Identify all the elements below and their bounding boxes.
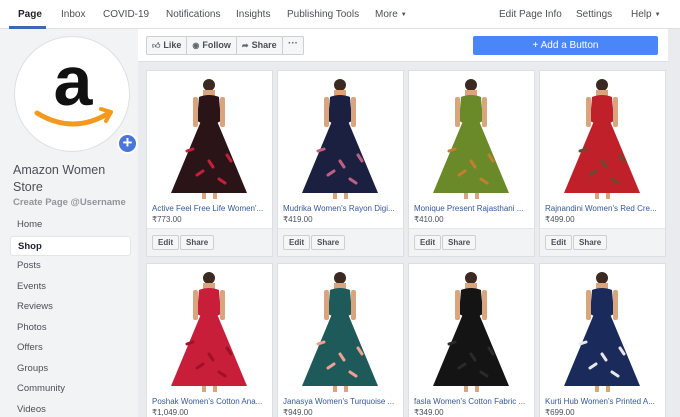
product-actions: Edit Share [147, 228, 272, 256]
tab-covid-19[interactable]: COVID-19 [103, 0, 149, 29]
edit-product-button[interactable]: Edit [152, 235, 180, 250]
share-label: Share [251, 40, 277, 50]
share-product-button[interactable]: Share [180, 235, 215, 250]
product-image[interactable] [147, 264, 272, 394]
sidebar-item-shop[interactable]: Shop [10, 235, 131, 256]
add-button-label: Add a Button [540, 40, 599, 51]
product-price: ₹419.00 [283, 215, 313, 224]
product-image[interactable] [409, 264, 534, 394]
sidebar-item-community[interactable]: Community [10, 379, 131, 400]
sidebar-item-offers[interactable]: Offers [10, 338, 131, 359]
product-card[interactable]: Mudrika Women's Rayon Digi... ₹419.00 Edit… [277, 70, 404, 257]
sidebar-item-videos[interactable]: Videos [10, 400, 131, 417]
page-profile-picture[interactable]: a + [14, 36, 138, 154]
share-arrow-icon: ➦ [241, 41, 249, 50]
edit-product-button[interactable]: Edit [545, 235, 573, 250]
tab-more-label: More [375, 9, 398, 20]
more-options-button[interactable]: ··· [282, 36, 304, 55]
add-a-button[interactable]: + Add a Button [473, 36, 658, 55]
left-column: a + Amazon Women Store Create Page @User… [0, 29, 138, 417]
product-actions: Edit Share [409, 228, 534, 256]
product-image[interactable] [278, 71, 403, 201]
product-title[interactable]: Kurti Hub Women's Printed A... [545, 397, 662, 406]
edit-product-button[interactable]: Edit [414, 235, 442, 250]
product-price: ₹1,049.00 [152, 408, 189, 417]
thumbs-up-icon: 👍︎ [152, 41, 161, 50]
follow-label: Follow [202, 40, 231, 50]
product-card[interactable]: Poshak Women's Cotton Ana... ₹1,049.00 [146, 263, 273, 417]
tab-inbox[interactable]: Inbox [61, 0, 85, 29]
help-menu[interactable]: Help ▼ [631, 0, 661, 29]
product-actions: Edit Share [278, 228, 403, 256]
product-card[interactable]: fasla Women's Cotton Fabric ... ₹349.00 [408, 263, 535, 417]
tab-more[interactable]: More ▼ [375, 0, 407, 29]
tab-notifications[interactable]: Notifications [166, 0, 220, 29]
create-username-link[interactable]: Create Page @Username [13, 197, 126, 208]
follow-button[interactable]: ◉ Follow [187, 37, 237, 54]
edit-page-info-link[interactable]: Edit Page Info [499, 0, 562, 29]
plus-icon: + [532, 40, 541, 51]
product-card[interactable]: Active Feel Free Life Women'... ₹773.00 Ed… [146, 70, 273, 257]
settings-link[interactable]: Settings [576, 0, 612, 29]
product-title[interactable]: fasla Women's Cotton Fabric ... [414, 397, 531, 406]
product-actions: Edit Share [540, 228, 665, 256]
share-product-button[interactable]: Share [442, 235, 477, 250]
product-title[interactable]: Rajnandini Women's Red Cre... [545, 204, 662, 213]
top-nav: Page Inbox COVID-19 Notifications Insigh… [0, 0, 680, 29]
like-button[interactable]: 👍︎ Like [147, 37, 188, 54]
product-title[interactable]: Active Feel Free Life Women'... [152, 204, 269, 213]
product-price: ₹499.00 [545, 215, 575, 224]
product-image[interactable] [540, 71, 665, 201]
product-price: ₹699.00 [545, 408, 575, 417]
logo-letter: a [54, 51, 94, 120]
product-image[interactable] [147, 71, 272, 201]
amazon-logo: a [34, 51, 113, 127]
product-title[interactable]: Poshak Women's Cotton Ana... [152, 397, 269, 406]
product-card[interactable]: Rajnandini Women's Red Cre... ₹499.00 Edit… [539, 70, 666, 257]
side-nav: Home Shop Posts Events Reviews Photos Of… [10, 215, 131, 417]
help-label: Help [631, 9, 652, 20]
sidebar-item-groups[interactable]: Groups [10, 359, 131, 380]
sidebar-item-home[interactable]: Home [10, 215, 131, 236]
product-title[interactable]: Janasya Women's Turquoise ... [283, 397, 400, 406]
tab-page[interactable]: Page [18, 0, 42, 29]
product-image[interactable] [540, 264, 665, 394]
product-title[interactable]: Mudrika Women's Rayon Digi... [283, 204, 400, 213]
like-label: Like [163, 40, 182, 50]
product-price: ₹773.00 [152, 215, 182, 224]
product-image[interactable] [409, 71, 534, 201]
sidebar-item-photos[interactable]: Photos [10, 318, 131, 339]
product-title[interactable]: Monique Present Rajasthani ... [414, 204, 531, 213]
product-grid: Active Feel Free Life Women'... ₹773.00 Ed… [138, 62, 680, 417]
product-card[interactable]: Monique Present Rajasthani ... ₹410.00 Edi… [408, 70, 535, 257]
product-price: ₹410.00 [414, 215, 444, 224]
sidebar-item-events[interactable]: Events [10, 277, 131, 298]
page-action-bar: 👍︎ Like ◉ Follow ➦ Share ··· + Add a Button [138, 29, 668, 62]
tab-insights[interactable]: Insights [236, 0, 270, 29]
product-card[interactable]: Kurti Hub Women's Printed A... ₹699.00 [539, 263, 666, 417]
edit-product-button[interactable]: Edit [283, 235, 311, 250]
sidebar-item-reviews[interactable]: Reviews [10, 297, 131, 318]
product-image[interactable] [278, 264, 403, 394]
rss-icon: ◉ [192, 41, 200, 50]
page-actions-group: 👍︎ Like ◉ Follow ➦ Share [146, 36, 283, 55]
product-card[interactable]: Janasya Women's Turquoise ... ₹949.00 [277, 263, 404, 417]
caret-down-icon: ▼ [400, 12, 407, 18]
share-button[interactable]: ➦ Share [237, 37, 282, 54]
sidebar-item-posts[interactable]: Posts [10, 256, 131, 277]
caret-down-icon: ▼ [654, 12, 661, 18]
share-product-button[interactable]: Share [573, 235, 608, 250]
tab-publishing-tools[interactable]: Publishing Tools [287, 0, 359, 29]
product-price: ₹949.00 [283, 408, 313, 417]
share-product-button[interactable]: Share [311, 235, 346, 250]
product-price: ₹349.00 [414, 408, 444, 417]
add-photo-icon[interactable]: + [117, 133, 138, 154]
page-title: Amazon Women Store [13, 163, 106, 194]
